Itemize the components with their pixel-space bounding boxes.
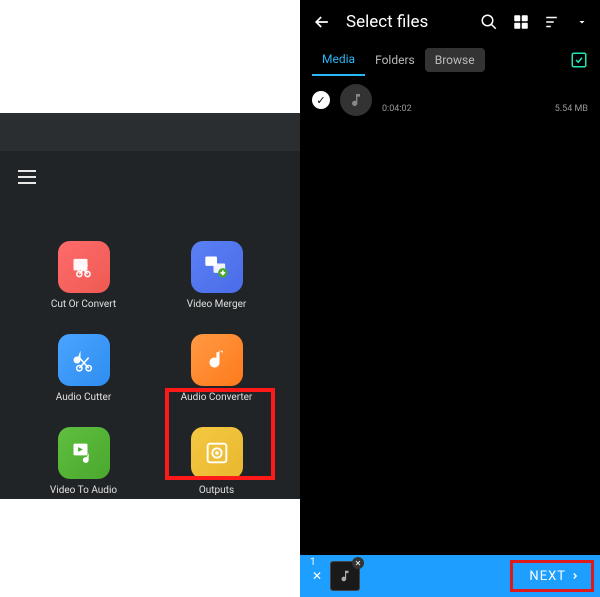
selected-thumbnail[interactable]: ✕: [330, 561, 360, 591]
grid-view-icon[interactable]: [512, 13, 530, 31]
select-all-icon[interactable]: [570, 51, 588, 69]
back-icon[interactable]: [312, 12, 332, 32]
file-size: 5.54 MB: [555, 104, 588, 114]
dropdown-icon[interactable]: [576, 16, 588, 28]
app-audio-cutter[interactable]: Audio Cutter: [42, 334, 125, 403]
search-icon[interactable]: [480, 13, 498, 31]
selected-count: 1: [310, 557, 316, 568]
sort-icon[interactable]: [544, 13, 562, 31]
file-duration: 0:04:02: [382, 104, 412, 114]
app-label: Audio Cutter: [56, 392, 112, 403]
file-row[interactable]: ✓ 0:04:02 5.54 MB: [300, 76, 600, 124]
audio-converter-icon: [191, 334, 243, 386]
app-label: Cut Or Convert: [51, 299, 116, 310]
music-note-icon: [340, 84, 372, 116]
tab-folders[interactable]: Folders: [365, 44, 425, 76]
page-title: Select files: [346, 12, 466, 32]
tab-media[interactable]: Media: [312, 44, 365, 76]
cut-convert-icon: [58, 241, 110, 293]
tab-browse[interactable]: Browse: [425, 48, 485, 72]
hamburger-menu[interactable]: [18, 166, 36, 188]
file-checkbox[interactable]: ✓: [312, 91, 330, 109]
app-video-merger[interactable]: Video Merger: [175, 241, 258, 310]
clear-selection-icon[interactable]: ✕: [310, 569, 324, 583]
app-label: Outputs: [199, 485, 234, 496]
video-to-audio-icon: [58, 427, 110, 479]
app-label: Video To Audio: [50, 485, 117, 496]
audio-cutter-icon: [58, 334, 110, 386]
app-label: Video Merger: [187, 299, 247, 310]
video-merger-icon: [191, 241, 243, 293]
highlight-audio-converter: [165, 388, 275, 480]
remove-item-icon[interactable]: ✕: [352, 557, 364, 569]
highlight-next: [510, 560, 594, 592]
app-cut-or-convert[interactable]: Cut Or Convert: [42, 241, 125, 310]
app-video-to-audio[interactable]: Video To Audio: [42, 427, 125, 496]
